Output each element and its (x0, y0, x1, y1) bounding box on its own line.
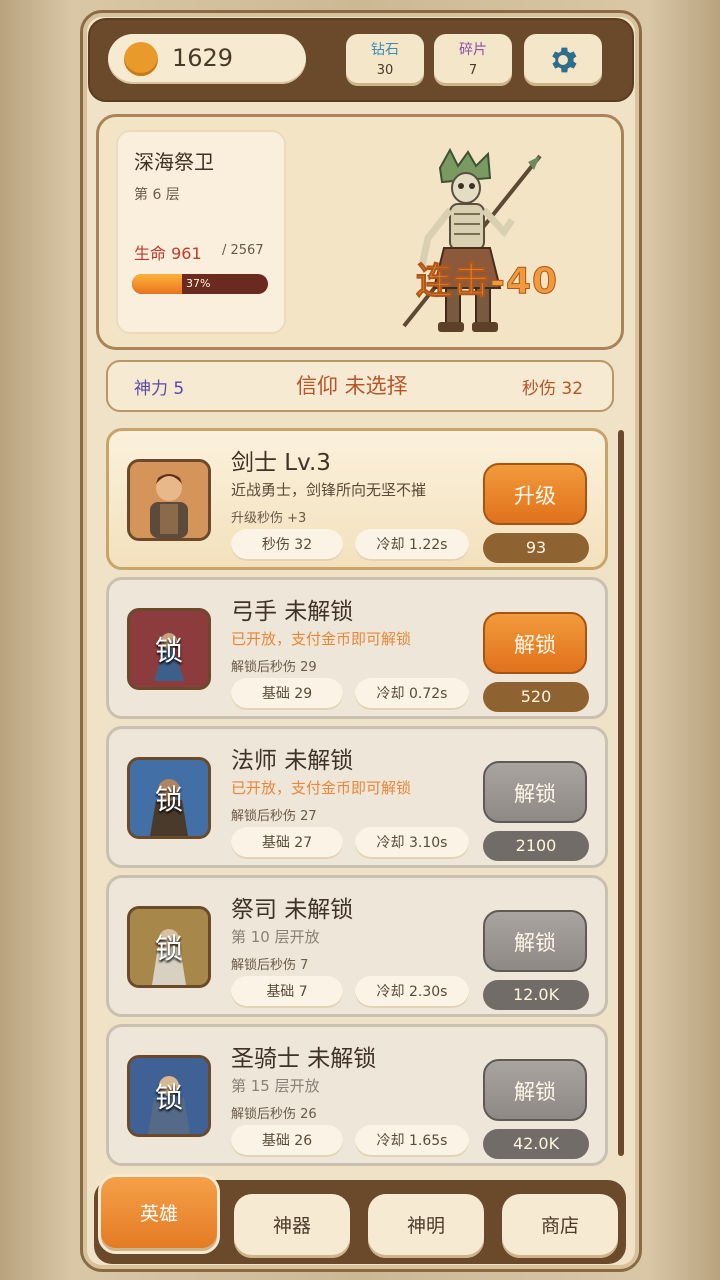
diamond-label: 钻石 (371, 42, 399, 58)
hero-cooldown: 冷却 2.30s (355, 976, 469, 1008)
boss-name: 深海祭卫 (134, 150, 214, 174)
unlock-cost: 42.0K (483, 1129, 589, 1159)
tab-heroes[interactable]: 英雄 (98, 1174, 220, 1254)
hero-base-dps: 基础 27 (231, 827, 343, 859)
hero-description: 已开放，支付金币即可解锁 (231, 779, 412, 797)
hero-portrait-archer: 锁 (127, 608, 211, 690)
faith-selector[interactable]: 信仰 未选择 (296, 370, 408, 400)
hero-bonus: 解锁后秒伤 7 (231, 958, 309, 973)
lock-icon: 锁 (154, 783, 183, 816)
lock-icon (130, 462, 208, 538)
hero-base-dps: 基础 7 (231, 976, 343, 1008)
hero-bonus: 解锁后秒伤 29 (231, 660, 317, 675)
hero-bonus: 解锁后秒伤 27 (231, 809, 317, 824)
divine-power: 神力 5 (134, 379, 185, 399)
hero-cooldown: 冷却 0.72s (355, 678, 469, 710)
hero-title: 圣骑士 未解锁 (231, 1046, 377, 1072)
hero-description: 已开放，支付金币即可解锁 (231, 630, 412, 648)
hero-base-dps: 基础 26 (231, 1125, 343, 1157)
shards-button[interactable]: 碎片 7 (434, 34, 512, 86)
hero-description: 近战勇士，剑锋所向无坚不摧 (231, 481, 427, 499)
boss-hp-label: 生命 961 (134, 244, 202, 263)
upgrade-button[interactable]: 升级 (483, 463, 587, 525)
unlock-cost: 2100 (483, 831, 589, 861)
hero-portrait-priest: 锁 (127, 906, 211, 988)
tab-gods[interactable]: 神明 (368, 1194, 484, 1258)
hero-list[interactable]: 剑士 Lv.3 近战勇士，剑锋所向无坚不摧 升级秒伤 +3 秒伤 32 冷却 1… (106, 428, 610, 1168)
boss-hp-max: / 2567 (222, 243, 264, 258)
hero-description: 第 15 层开放 (231, 1077, 320, 1095)
hero-portrait-paladin: 锁 (127, 1055, 211, 1137)
unlock-button[interactable]: 解锁 (483, 761, 587, 823)
boss-skeleton-sprite[interactable] (392, 148, 542, 336)
hero-portrait-swordsman (127, 459, 211, 541)
hero-base-dps: 基础 29 (231, 678, 343, 710)
upgrade-cost: 93 (483, 533, 589, 563)
hero-base-dps: 秒伤 32 (231, 529, 343, 561)
settings-button[interactable] (524, 34, 602, 86)
hero-cooldown: 冷却 1.22s (355, 529, 469, 561)
hero-card-paladin: 锁 圣骑士 未解锁 第 15 层开放 解锁后秒伤 26 基础 26 冷却 1.6… (106, 1024, 608, 1166)
unlock-button[interactable]: 解锁 (483, 612, 587, 674)
diamond-count: 30 (376, 63, 394, 78)
boss-floor: 第 6 层 (134, 187, 180, 203)
hero-card-mage: 锁 法师 未解锁 已开放，支付金币即可解锁 解锁后秒伤 27 基础 27 冷却 … (106, 726, 608, 868)
coin-icon (124, 42, 158, 76)
gold-value: 1629 (172, 44, 234, 72)
lock-icon: 锁 (154, 932, 183, 965)
gear-icon (552, 47, 577, 73)
hero-bonus: 解锁后秒伤 26 (231, 1107, 317, 1122)
hero-cooldown: 冷却 1.65s (355, 1125, 469, 1157)
tab-shop[interactable]: 商店 (502, 1194, 618, 1258)
unlock-button[interactable]: 解锁 (483, 910, 587, 972)
hero-title: 祭司 未解锁 (231, 897, 354, 923)
hero-description: 第 10 层开放 (231, 928, 320, 946)
diamond-button[interactable]: 钻石 30 (346, 34, 424, 86)
hero-card-archer: 锁 弓手 未解锁 已开放，支付金币即可解锁 解锁后秒伤 29 基础 29 冷却 … (106, 577, 608, 719)
combo-damage-text: 连击-40 (415, 261, 559, 303)
hero-portrait-mage: 锁 (127, 757, 211, 839)
shards-count: 7 (468, 63, 478, 78)
boss-hp-fill (132, 274, 183, 294)
unlock-button[interactable]: 解锁 (483, 1059, 587, 1121)
unlock-cost: 520 (483, 682, 589, 712)
hero-card-priest: 锁 祭司 未解锁 第 10 层开放 解锁后秒伤 7 基础 7 冷却 2.30s … (106, 875, 608, 1017)
total-dps: 秒伤 32 (522, 379, 584, 399)
lock-icon: 锁 (154, 1081, 183, 1114)
shards-label: 碎片 (459, 42, 487, 58)
hero-title: 弓手 未解锁 (231, 599, 354, 625)
boss-hp-percent: 37% (186, 277, 211, 290)
hero-cooldown: 冷却 3.10s (355, 827, 469, 859)
tab-artifacts[interactable]: 神器 (234, 1194, 350, 1258)
lock-icon: 锁 (154, 634, 183, 667)
hero-title: 剑士 Lv.3 (231, 450, 331, 476)
hero-bonus: 升级秒伤 +3 (231, 511, 307, 526)
scrollbar-thumb[interactable] (618, 430, 624, 1156)
hero-card-swordsman: 剑士 Lv.3 近战勇士，剑锋所向无坚不摧 升级秒伤 +3 秒伤 32 冷却 1… (106, 428, 608, 570)
hero-title: 法师 未解锁 (231, 748, 354, 774)
unlock-cost: 12.0K (483, 980, 589, 1010)
